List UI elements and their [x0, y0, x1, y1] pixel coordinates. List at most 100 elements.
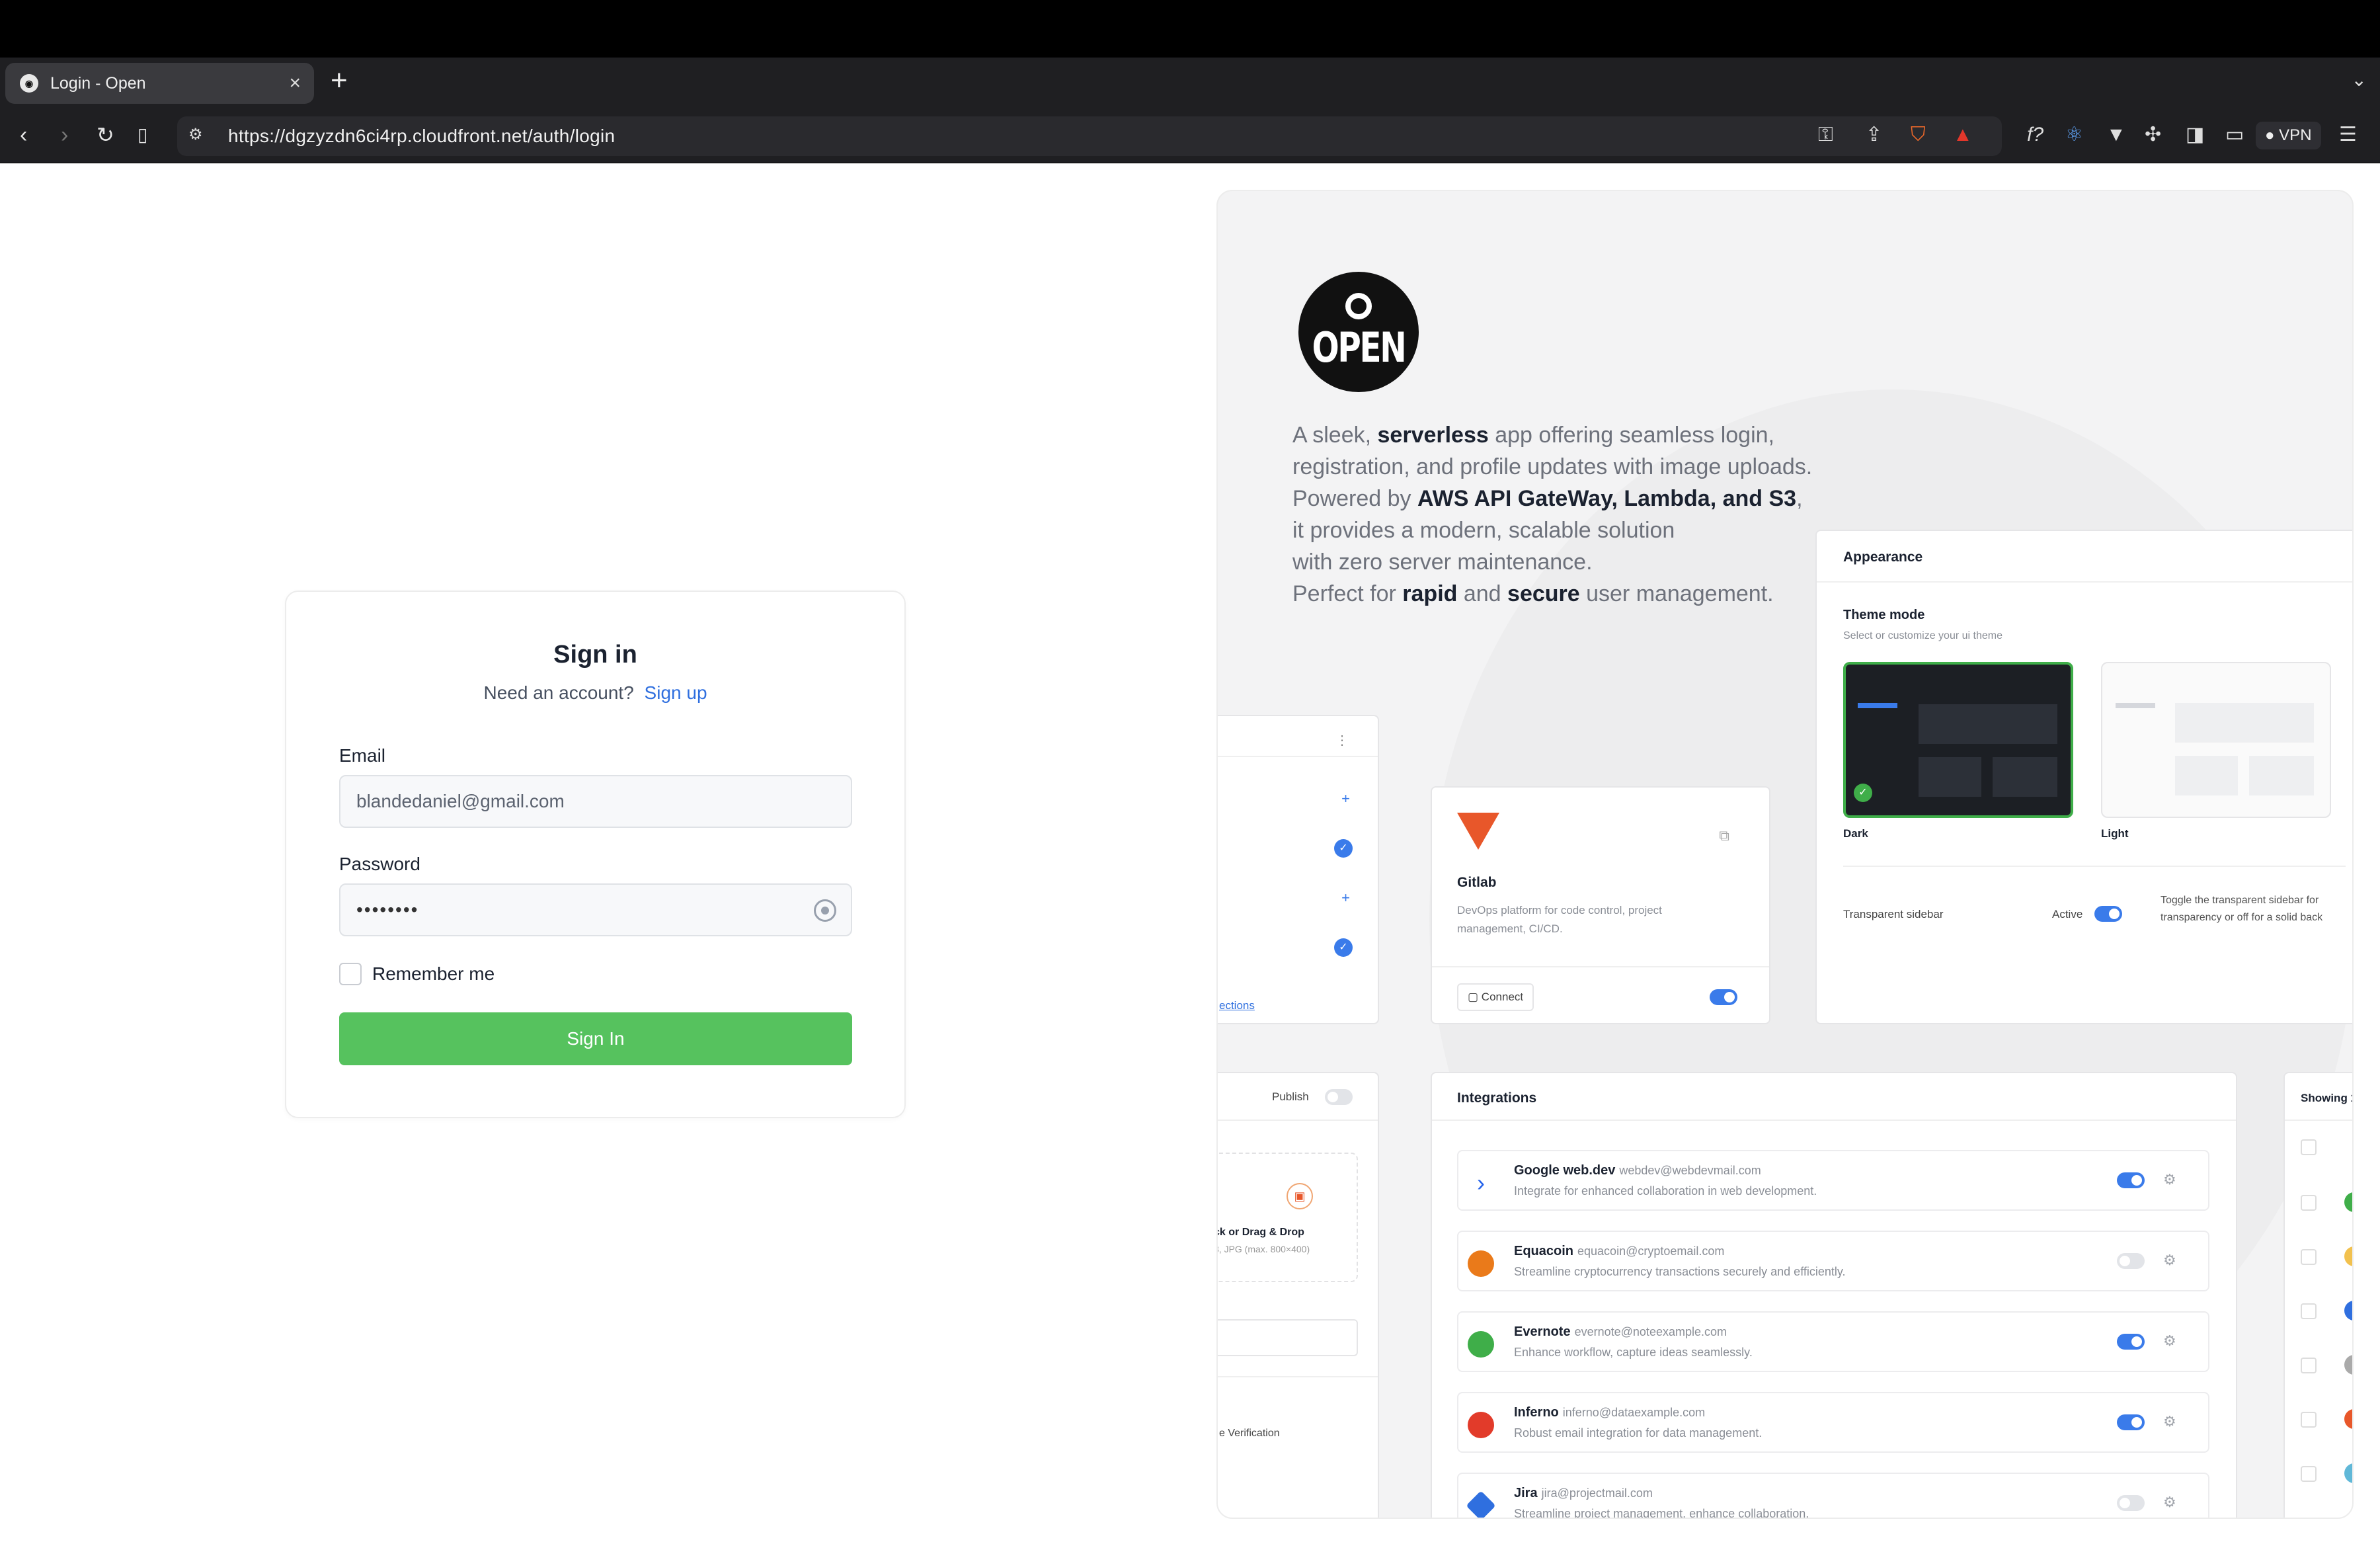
profile-form-panel: Publish ▣ ck or Drag & Drop 3, JPG (max.… — [1218, 1072, 1379, 1518]
back-icon[interactable]: ‹ — [20, 120, 27, 149]
row-checkbox[interactable] — [2301, 1249, 2317, 1265]
row-checkbox[interactable] — [2301, 1303, 2317, 1319]
bookmark-icon[interactable]: ▯ — [138, 120, 147, 149]
desc-text: A sleek, — [1292, 423, 1378, 448]
row-checkbox[interactable] — [2301, 1466, 2317, 1482]
avatar — [2344, 1409, 2352, 1429]
tab-list-chevron-icon[interactable]: ⌄ — [2352, 69, 2367, 91]
upload-dropzone[interactable]: ▣ ck or Drag & Drop 3, JPG (max. 800×400… — [1218, 1153, 1358, 1282]
password-field[interactable]: •••••••• — [339, 883, 852, 936]
add-icon[interactable]: + — [1341, 790, 1350, 807]
site-settings-icon[interactable]: ⚙ — [188, 123, 203, 147]
integration-toggle[interactable] — [2117, 1414, 2145, 1430]
email-label: Email — [339, 745, 386, 766]
extensions-icon[interactable]: ✣ — [2145, 123, 2161, 147]
integration-desc: Enhance workflow, capture ideas seamless… — [1514, 1346, 1753, 1359]
external-link-icon[interactable]: ⧉ — [1719, 827, 1729, 844]
forward-icon[interactable]: › — [61, 120, 68, 149]
integration-email: equacoin@cryptoemail.com — [1577, 1244, 1725, 1258]
integration-name: Evernote evernote@noteexample.com — [1514, 1324, 1727, 1340]
divider — [1218, 756, 1378, 757]
settings-gear-icon[interactable]: ⚙ — [2163, 1252, 2176, 1269]
reload-icon[interactable]: ↻ — [97, 120, 114, 149]
integration-toggle[interactable] — [2117, 1495, 2145, 1511]
desc-text: Perfect for — [1292, 581, 1403, 606]
appearance-panel: Appearance Theme mode Select or customiz… — [1815, 530, 2352, 1024]
wallet-icon[interactable]: ▭ — [2225, 123, 2244, 147]
settings-gear-icon[interactable]: ⚙ — [2163, 1332, 2176, 1350]
theme-mode-title: Theme mode — [1843, 608, 1925, 622]
menu-icon[interactable]: ☰ — [2339, 123, 2357, 147]
gitlab-toggle[interactable] — [1710, 989, 1737, 1005]
signup-link[interactable]: Sign up — [645, 682, 707, 703]
sidebar-icon[interactable]: ◨ — [2186, 123, 2204, 147]
row-checkbox[interactable] — [2301, 1358, 2317, 1373]
brave-rewards-icon[interactable]: ▲ — [1953, 123, 1973, 147]
integration-email: inferno@dataexample.com — [1562, 1406, 1706, 1419]
integration-email: evernote@noteexample.com — [1574, 1325, 1727, 1338]
integration-name: Inferno inferno@dataexample.com — [1514, 1405, 1705, 1420]
react-devtools-icon[interactable]: ⚛ — [2065, 123, 2083, 147]
light-preview-block — [2249, 756, 2314, 795]
integration-email: jira@projectmail.com — [1541, 1486, 1653, 1500]
desc-text: user management. — [1579, 581, 1774, 606]
gitlab-desc-1: DevOps platform for code control, projec… — [1457, 904, 1662, 916]
divider — [1817, 581, 2352, 583]
remember-checkbox[interactable] — [339, 963, 362, 985]
logo-ring-icon — [1345, 293, 1372, 319]
settings-gear-icon[interactable]: ⚙ — [2163, 1171, 2176, 1188]
tab-close-icon[interactable]: × — [289, 72, 301, 95]
more-icon[interactable]: ⋮ — [1335, 732, 1349, 749]
integration-row: Inferno inferno@dataexample.com Robust em… — [1457, 1392, 2209, 1453]
desc-text: app offering seamless login, — [1488, 423, 1774, 448]
show-password-icon[interactable] — [814, 899, 836, 922]
vpn-button[interactable]: ● VPN — [2256, 122, 2321, 149]
connections-link[interactable]: ections — [1219, 999, 1255, 1012]
new-tab-button[interactable]: + — [331, 66, 348, 95]
integration-row: Evernote evernote@noteexample.com Enhance… — [1457, 1311, 2209, 1372]
integration-name-text: Equacoin — [1514, 1244, 1574, 1258]
row-checkbox[interactable] — [2301, 1195, 2317, 1211]
connect-button[interactable]: ▢ Connect — [1457, 983, 1534, 1011]
password-key-icon[interactable]: ⚿ — [1818, 123, 1833, 147]
profile-input[interactable] — [1218, 1319, 1358, 1356]
row-checkbox[interactable] — [2301, 1412, 2317, 1428]
brave-shield-icon[interactable]: ⛉ — [1911, 123, 1926, 147]
image-upload-icon: ▣ — [1287, 1183, 1313, 1209]
showing-text: Showing 1 — [2301, 1092, 2354, 1104]
settings-gear-icon[interactable]: ⚙ — [2163, 1413, 2176, 1430]
settings-gear-icon[interactable]: ⚙ — [2163, 1494, 2176, 1511]
showcase-panel: OPEN A sleek, serverless app offering se… — [1216, 190, 2354, 1519]
need-account-label: Need an account? — [483, 682, 634, 703]
publish-toggle[interactable] — [1325, 1089, 1353, 1105]
url-text[interactable]: https://dgzyzdn6ci4rp.cloudfront.net/aut… — [228, 126, 615, 147]
integration-toggle[interactable] — [2117, 1253, 2145, 1269]
share-icon[interactable]: ⇪ — [1866, 123, 1882, 147]
integration-toggle[interactable] — [2117, 1172, 2145, 1188]
add-icon[interactable]: + — [1341, 889, 1350, 907]
vue-extension-icon[interactable]: ▼ — [2106, 123, 2126, 147]
avatar — [2344, 1246, 2352, 1266]
row-checkbox[interactable] — [2301, 1139, 2317, 1155]
inferno-icon — [1468, 1412, 1494, 1438]
screen-top-bar — [0, 0, 2380, 58]
browser-tab[interactable]: ◉ Login - Open × — [5, 63, 314, 104]
signin-button[interactable]: Sign In — [339, 1012, 852, 1065]
appearance-title: Appearance — [1843, 549, 1923, 565]
light-preview-block — [2175, 703, 2314, 743]
tab-title: Login - Open — [50, 73, 146, 93]
light-preview-block — [2175, 756, 2238, 795]
transparent-sidebar-toggle[interactable] — [2094, 906, 2122, 922]
table-panel: Showing 1 — [2283, 1072, 2354, 1518]
integration-toggle[interactable] — [2117, 1334, 2145, 1350]
email-field[interactable]: blandedaniel@gmail.com — [339, 775, 852, 828]
dark-preview-block — [1993, 757, 2057, 797]
theme-dark-option[interactable]: ✓ — [1843, 662, 2073, 818]
publish-label: Publish — [1272, 1090, 1309, 1103]
theme-light-option[interactable] — [2101, 662, 2331, 818]
avatar — [2344, 1301, 2352, 1321]
light-preview-bar — [2116, 703, 2155, 708]
integration-row: Equacoin equacoin@cryptoemail.com Streaml… — [1457, 1231, 2209, 1291]
gitlab-card: ⧉ Gitlab DevOps platform for code contro… — [1431, 786, 1770, 1024]
fx-extension-icon[interactable]: f? — [2027, 123, 2043, 147]
